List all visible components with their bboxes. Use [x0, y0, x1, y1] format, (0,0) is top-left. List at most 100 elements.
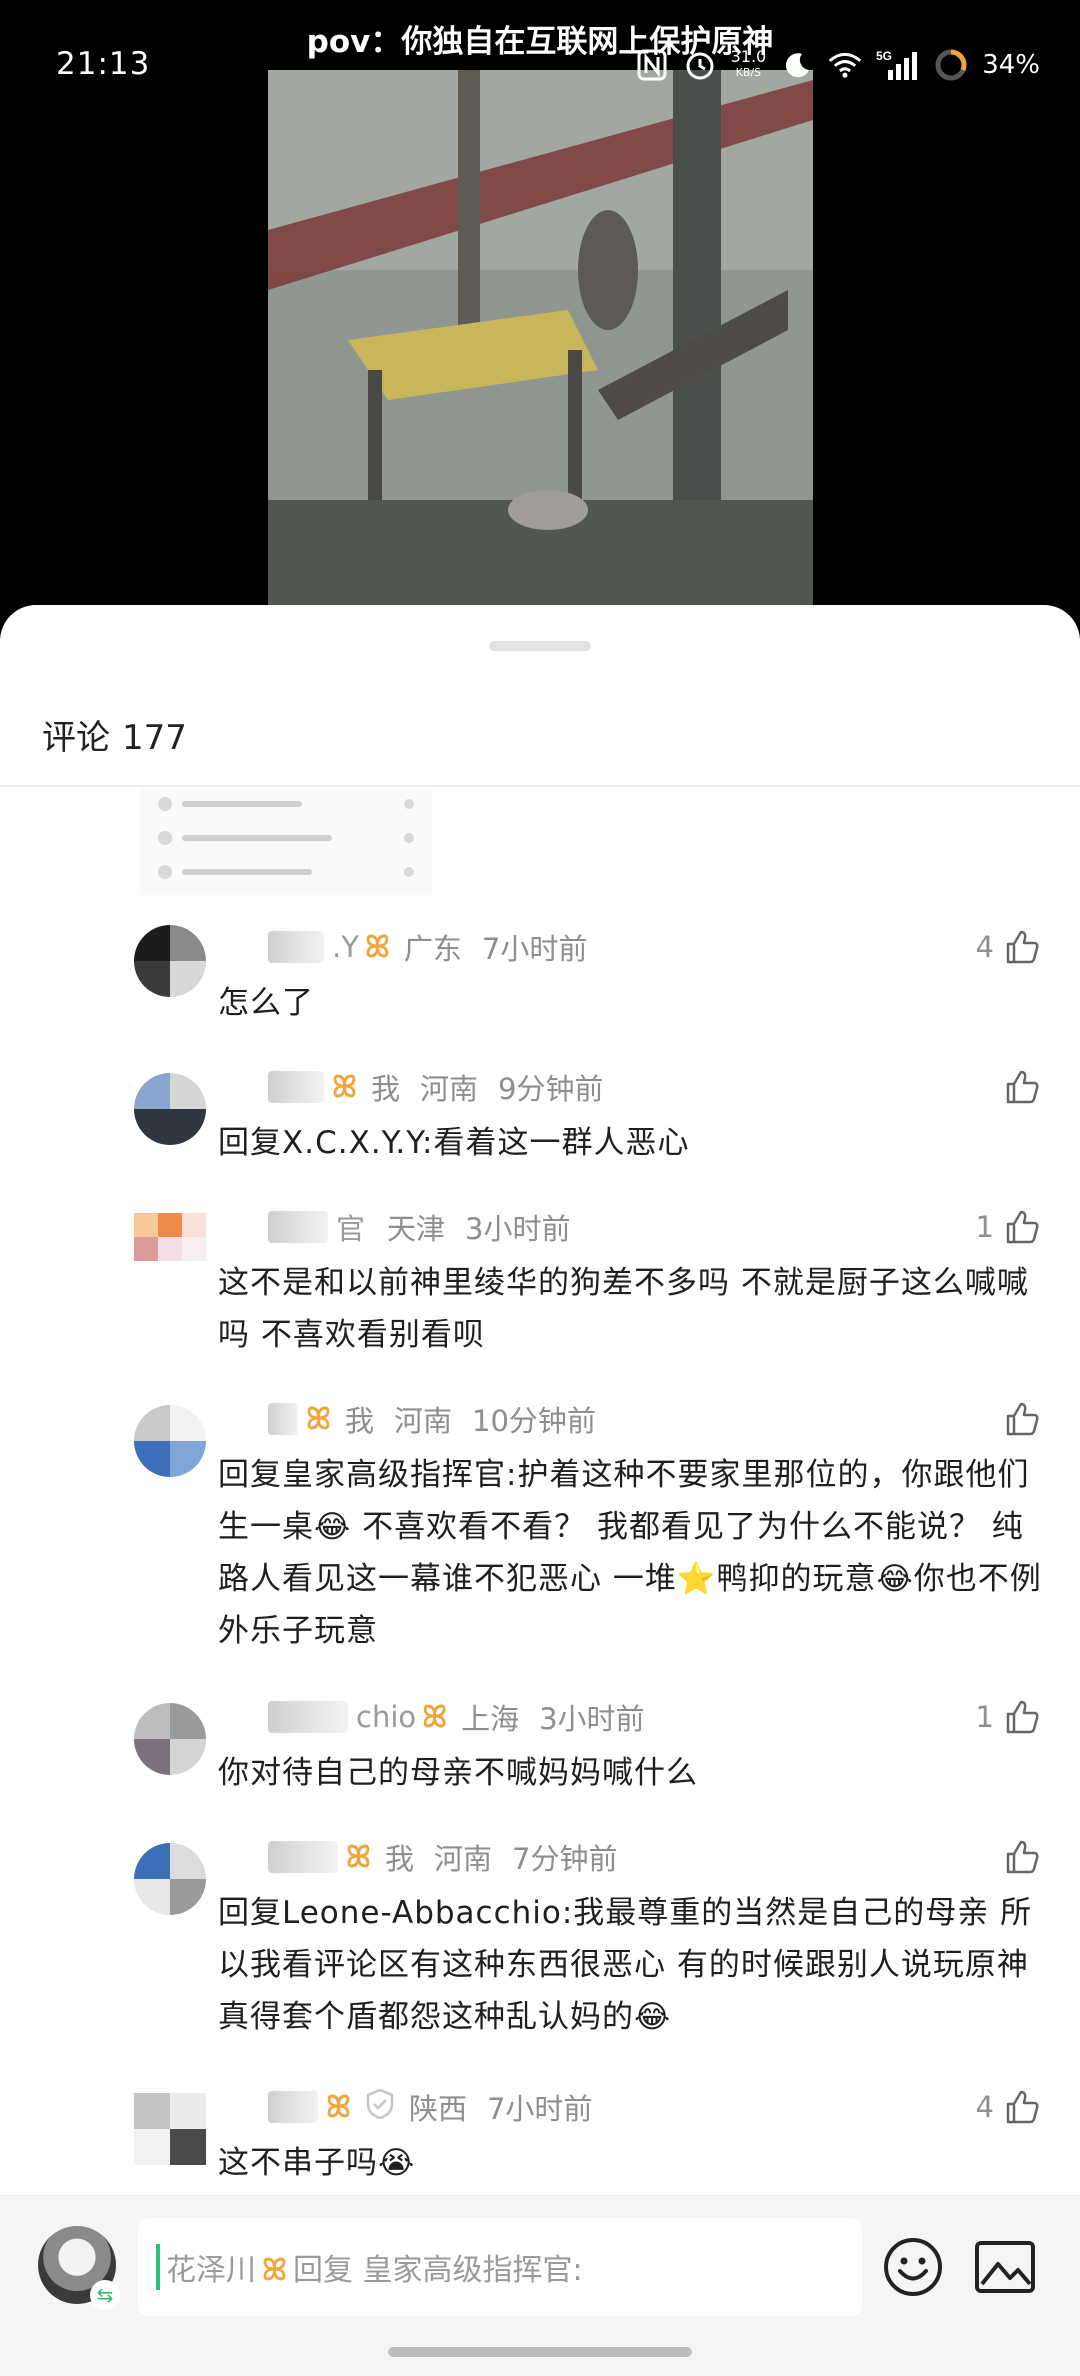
verified-shield-icon: [365, 2088, 395, 2127]
comment-text[interactable]: 你对待自己的母亲不喊妈妈喊什么: [218, 1747, 1043, 1799]
wifi-icon: [828, 48, 862, 82]
comment-text[interactable]: 这不是和以前神里绫华的狗差不多吗 不就是厨子这么喊喊吗 不喜欢看别看呗: [218, 1257, 1043, 1361]
comment-input[interactable]: 花泽川 ꕤ 回复 皇家高级指挥官:: [138, 2218, 862, 2316]
vip-badge-icon: ꕤ: [364, 929, 390, 965]
comment-location: 陕西: [408, 2092, 467, 2126]
thumbs-up-icon: [1006, 1700, 1039, 1734]
comment-location: 河南: [433, 1842, 492, 1876]
comment-location: 上海: [461, 1702, 520, 1736]
laugh-cry-emoji-icon: 😂: [634, 1999, 672, 2035]
moon-icon: [780, 48, 814, 82]
comment-time: 3小时前: [465, 1212, 571, 1246]
avatar[interactable]: [134, 925, 206, 997]
like-button[interactable]: [1004, 1065, 1040, 1109]
comment-text[interactable]: 怎么了: [218, 977, 1043, 1029]
username-blurred[interactable]: [268, 2091, 318, 2123]
cellular-5g-icon: 5G: [876, 48, 920, 82]
like-button[interactable]: 1: [976, 1695, 1040, 1739]
comment-sheet: 评论 177 .Y ꕤ 广东 7小时前 4 怎么了 ꕤ 我 河南 9分钟前 回复…: [0, 605, 1080, 2376]
thumbs-up-icon: [1006, 1402, 1039, 1436]
vip-badge-icon: ꕤ: [422, 1699, 448, 1735]
comment-text[interactable]: 回复X.C.X.Y.Y:看着这一群人恶心: [218, 1117, 1043, 1169]
reply-target: 回复 皇家高级指挥官:: [292, 2253, 583, 2288]
input-placeholder: 花泽川 ꕤ 回复 皇家高级指挥官:: [166, 2245, 583, 2289]
thumbs-up-icon: [1006, 1070, 1039, 1104]
username-tail[interactable]: .Y: [332, 930, 359, 964]
comment-location: 天津: [387, 1212, 446, 1246]
switch-account-icon[interactable]: ⇆: [90, 2280, 120, 2310]
avatar[interactable]: [134, 2093, 206, 2165]
battery-percent: 34%: [982, 50, 1040, 80]
username-blurred[interactable]: [268, 1211, 328, 1243]
comment-input-bar: ⇆ 花泽川 ꕤ 回复 皇家高级指挥官:: [0, 2195, 1080, 2376]
me-tag: 我: [384, 1842, 414, 1876]
like-button[interactable]: 4: [976, 925, 1040, 969]
image-button[interactable]: [972, 2234, 1038, 2300]
star-emoji-icon: ⭐: [676, 1561, 717, 1597]
comment-meta: 官 天津 3小时前: [268, 1205, 570, 1249]
comment-location: 河南: [393, 1404, 452, 1438]
like-count: 1: [975, 1700, 994, 1734]
avatar[interactable]: [134, 1405, 206, 1477]
username-blurred[interactable]: [268, 1071, 324, 1103]
comment-text[interactable]: 回复皇家高级指挥官:护着这种不要家里那位的，你跟他们生一桌😂 不喜欢看不看？ 我…: [218, 1449, 1043, 1657]
text-cursor: [156, 2244, 160, 2290]
comments-count: 177: [122, 718, 187, 758]
network-type: 5G: [876, 49, 892, 63]
like-button[interactable]: [1004, 1397, 1040, 1441]
avatar[interactable]: [134, 1843, 206, 1915]
comment-time: 9分钟前: [498, 1072, 604, 1106]
me-tag: 我: [370, 1072, 400, 1106]
net-speed-unit: KB/S: [735, 66, 762, 79]
comments-title: 评论: [42, 718, 110, 758]
laugh-cry-emoji-icon: 😂: [314, 1509, 352, 1545]
avatar[interactable]: [134, 1703, 206, 1775]
comment-meta: chio ꕤ 上海 3小时前: [268, 1695, 645, 1739]
me-tag: 我: [344, 1404, 374, 1438]
username-blurred[interactable]: [268, 1403, 298, 1435]
thumbs-up-icon: [1006, 930, 1039, 964]
comment-meta: .Y ꕤ 广东 7小时前: [268, 925, 587, 969]
like-button[interactable]: [1004, 1835, 1040, 1879]
avatar[interactable]: [134, 1073, 206, 1145]
comment-location: 河南: [419, 1072, 478, 1106]
username-blurred[interactable]: [268, 1701, 348, 1733]
username-tail[interactable]: chio: [356, 1700, 416, 1734]
text-part: 鸭抑的玩意: [716, 1561, 877, 1597]
image-icon: [975, 2241, 1035, 2293]
home-indicator[interactable]: [388, 2347, 692, 2357]
like-count: 4: [975, 2090, 994, 2124]
username-blurred[interactable]: [268, 931, 324, 963]
vip-badge-icon: ꕤ: [346, 1839, 371, 1875]
thumbs-up-icon: [1006, 1210, 1039, 1244]
laugh-cry-emoji-icon: 😂: [876, 1561, 914, 1597]
emoji-button[interactable]: [880, 2234, 946, 2300]
comment-text[interactable]: 这不串子吗😭: [218, 2137, 1043, 2189]
comment-time: 7分钟前: [512, 1842, 618, 1876]
my-username: 花泽川: [166, 2253, 256, 2288]
like-button[interactable]: 4: [976, 2085, 1040, 2129]
avatar[interactable]: [134, 1213, 206, 1285]
vip-badge-icon: ꕤ: [262, 2253, 287, 2288]
like-button[interactable]: 1: [976, 1205, 1040, 1249]
video-area[interactable]: 21:13 pov：你独自在互联网上保护原神 31.0 KB/S 5G 34%: [0, 0, 1080, 640]
video-frame[interactable]: [268, 70, 813, 610]
my-avatar[interactable]: ⇆: [38, 2226, 120, 2310]
comment-image-preview[interactable]: [140, 787, 432, 895]
username-tail[interactable]: 官: [336, 1206, 365, 1248]
comment-location: 广东: [403, 932, 462, 966]
comment-time: 10分钟前: [472, 1404, 596, 1438]
vip-badge-icon: ꕤ: [326, 2089, 351, 2125]
nfc-icon: [635, 48, 669, 82]
comments-header: 评论 177: [42, 710, 187, 759]
text-part: 这不串子吗: [218, 2145, 378, 2181]
thumbs-up-icon: [1006, 1840, 1039, 1874]
drag-handle[interactable]: [489, 641, 591, 651]
username-blurred[interactable]: [268, 1841, 338, 1873]
thumbs-up-icon: [1006, 2090, 1039, 2124]
net-speed: 31.0 KB/S: [731, 49, 767, 81]
status-icons: 31.0 KB/S 5G 34%: [635, 40, 1040, 90]
comment-text[interactable]: 回复Leone-Abbacchio:我最尊重的当然是自己的母亲 所以我看评论区有…: [218, 1887, 1043, 2043]
vip-badge-icon: ꕤ: [332, 1069, 357, 1105]
like-count: 4: [975, 930, 994, 964]
